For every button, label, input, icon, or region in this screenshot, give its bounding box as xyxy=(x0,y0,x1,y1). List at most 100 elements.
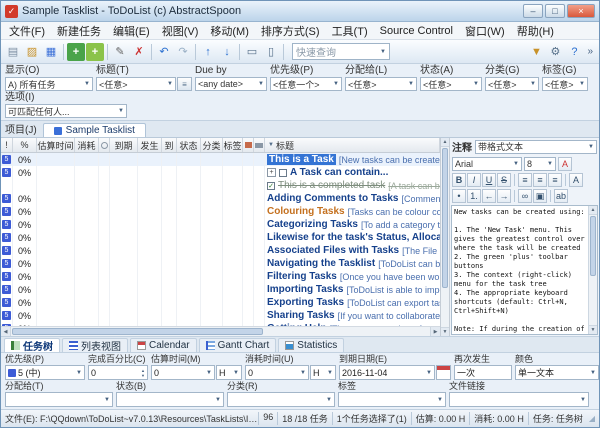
filter-combo-dueby[interactable]: <any date>▼ xyxy=(195,77,267,91)
new-task-icon[interactable]: + xyxy=(67,43,85,61)
calendar-button[interactable] xyxy=(436,365,451,380)
bold-button[interactable]: B xyxy=(452,173,466,187)
italic-button[interactable]: I xyxy=(467,173,481,187)
menu-item[interactable]: 移动(M) xyxy=(204,22,255,40)
close-button[interactable]: × xyxy=(567,4,595,18)
redo-icon[interactable]: ↷ xyxy=(174,43,192,61)
view-tab-task-tree[interactable]: 任务树 xyxy=(4,338,60,352)
scroll-right-icon[interactable]: ▶ xyxy=(430,327,440,336)
scroll-up-icon[interactable]: ▲ xyxy=(589,206,597,215)
column-header[interactable]: % xyxy=(13,138,37,152)
edit-category-field[interactable]: ▼ xyxy=(227,392,335,407)
menu-item[interactable]: 工具(T) xyxy=(326,22,374,40)
task-title-cell[interactable]: Adding Comments to Tasks[Comments are en… xyxy=(265,192,440,205)
table-row[interactable]: 50%Associated Files with Tasks[The File … xyxy=(1,244,440,257)
table-row[interactable]: 50%Exporting Tasks[ToDoList can export t… xyxy=(1,296,440,309)
table-row[interactable]: 50%Likewise for the task's Status, Alloc… xyxy=(1,231,440,244)
vscroll-thumb[interactable] xyxy=(442,148,448,288)
toolbar-overflow-icon[interactable]: » xyxy=(584,46,596,57)
task-title-cell[interactable]: Colouring Tasks[Tasks can be colour code… xyxy=(265,205,440,218)
comment-format-combo[interactable]: 带格式文本 ▼ xyxy=(475,140,597,154)
move-down-icon[interactable]: ↓ xyxy=(218,43,236,61)
column-header[interactable]: 估算时间 xyxy=(37,138,75,152)
filter-combo-tag[interactable]: <任意>▼ xyxy=(542,77,588,91)
maximize-button[interactable]: □ xyxy=(545,4,565,18)
task-title-cell[interactable]: ✓This is a completed task[A task can be … xyxy=(265,179,440,192)
hscroll-thumb[interactable] xyxy=(12,328,263,335)
menu-item[interactable]: 编辑(E) xyxy=(107,22,156,40)
edit-recurrence-field[interactable]: 一次 xyxy=(454,365,512,380)
table-row[interactable]: 50%Categorizing Tasks[To add a category … xyxy=(1,218,440,231)
edit-file-link-field[interactable]: ▼ xyxy=(449,392,589,407)
resize-grip[interactable]: ◢ xyxy=(587,414,595,423)
scroll-left-icon[interactable]: ◀ xyxy=(1,327,11,336)
header-attachment-icon[interactable] xyxy=(254,138,265,152)
align-left-button[interactable]: ≡ xyxy=(518,173,532,187)
comments-scrollbar[interactable]: ▲ ▼ xyxy=(588,206,597,334)
table-row[interactable]: 50%Filtering Tasks[Once you have been wo… xyxy=(1,270,440,283)
edit-time-estimate-field[interactable]: 0▼ xyxy=(151,365,215,380)
task-title-cell[interactable]: Navigating the Tasklist[ToDoList can be … xyxy=(265,257,440,270)
undo-icon[interactable]: ↶ xyxy=(155,43,173,61)
table-row[interactable]: 50%Adding Comments to Tasks[Comments are… xyxy=(1,192,440,205)
edit-percent-field[interactable]: 0▲▼ xyxy=(88,365,148,380)
quick-search-combo[interactable]: 快速查询 ▼ xyxy=(292,43,390,60)
font-color-button[interactable]: A xyxy=(558,157,572,171)
strikethrough-button[interactable]: S xyxy=(497,173,511,187)
task-title-cell[interactable]: +A Task can contain... xyxy=(265,166,440,179)
expand-icon[interactable]: + xyxy=(267,168,276,177)
edit-time-spent-field[interactable]: 0▼ xyxy=(245,365,309,380)
edit-status-field[interactable]: ▼ xyxy=(116,392,224,407)
table-row[interactable]: 50%Sharing Tasks[If you want to collabor… xyxy=(1,309,440,322)
new-tasklist-icon[interactable]: ▤ xyxy=(4,43,22,61)
edit-alloc-to-field[interactable]: ▼ xyxy=(5,392,113,407)
view-tab-calendar[interactable]: Calendar xyxy=(130,338,197,352)
task-title-cell[interactable]: Exporting Tasks[ToDoList can export task… xyxy=(265,296,440,309)
horizontal-scrollbar[interactable]: ◀ ▶ xyxy=(1,326,440,336)
edit-due-date-field[interactable]: 2016-11-04▼ xyxy=(339,365,435,380)
column-header[interactable]: 状态 xyxy=(177,138,201,152)
header-clock-icon[interactable] xyxy=(99,138,110,152)
view-tab-stats[interactable]: Statistics xyxy=(278,338,344,352)
task-title-cell[interactable]: This is a Task[New tasks can be created … xyxy=(265,153,440,166)
view-tab-gantt[interactable]: Gantt Chart xyxy=(199,338,277,352)
task-title-cell[interactable]: Sharing Tasks[If you want to collaborate… xyxy=(265,309,440,322)
insert-image-button[interactable]: ▣ xyxy=(533,189,547,203)
table-row[interactable]: 50%Colouring Tasks[Tasks can be colour c… xyxy=(1,205,440,218)
outdent-button[interactable]: ← xyxy=(482,189,496,203)
table-row[interactable]: 50%Importing Tasks[ToDoList is able to i… xyxy=(1,283,440,296)
edit-task-icon[interactable]: ✎ xyxy=(111,43,129,61)
font-size-combo[interactable]: 8 ▼ xyxy=(524,157,556,171)
table-row[interactable]: 50%Navigating the Tasklist[ToDoList can … xyxy=(1,257,440,270)
spin-down-icon[interactable]: ▼ xyxy=(141,373,145,378)
filter-options-combo[interactable]: 可匹配任何人... ▼ xyxy=(5,104,127,118)
save-tasklist-icon[interactable]: ▦ xyxy=(42,43,60,61)
title-filter-options-button[interactable]: ≡ xyxy=(177,77,192,91)
column-header[interactable]: ! xyxy=(1,138,13,152)
maximize-comments-icon[interactable]: ▯ xyxy=(262,43,280,61)
align-center-button[interactable]: ≡ xyxy=(533,173,547,187)
comments-scroll-thumb[interactable] xyxy=(590,216,596,276)
view-tab-list-view[interactable]: 列表视图 xyxy=(62,338,128,352)
edit-priority-field[interactable]: 5 (中)▼ xyxy=(5,365,85,380)
comment-text[interactable]: New tasks can be created using: 1. The '… xyxy=(452,206,588,334)
header-flag-icon[interactable] xyxy=(243,138,254,152)
align-right-button[interactable]: ≡ xyxy=(548,173,562,187)
maximize-tasklist-icon[interactable]: ▭ xyxy=(243,43,261,61)
menu-item[interactable]: 新建任务 xyxy=(51,22,107,40)
text-color-button[interactable]: A xyxy=(569,173,583,187)
spinner-control[interactable]: ▲▼ xyxy=(141,368,145,378)
new-subtask-icon[interactable]: + xyxy=(86,43,104,61)
indent-button[interactable]: → xyxy=(497,189,511,203)
help-icon[interactable]: ? xyxy=(565,43,583,61)
filter-combo-priority[interactable]: <任意一个>▼ xyxy=(270,77,342,91)
menu-item[interactable]: 排序方式(S) xyxy=(255,22,326,40)
task-title-cell[interactable]: Categorizing Tasks[To add a category to … xyxy=(265,218,440,231)
edit-time-estimate-unit[interactable]: H▼ xyxy=(216,365,242,380)
table-row[interactable]: ✓This is a completed task[A task can be … xyxy=(1,179,440,192)
filter-icon[interactable]: ▼ xyxy=(527,43,545,61)
edit-time-spent-unit[interactable]: H▼ xyxy=(310,365,336,380)
task-title-cell[interactable]: Likewise for the task's Status, Allocate… xyxy=(265,231,440,244)
spellcheck-button[interactable]: ab xyxy=(554,189,568,203)
bullet-list-button[interactable]: • xyxy=(452,189,466,203)
